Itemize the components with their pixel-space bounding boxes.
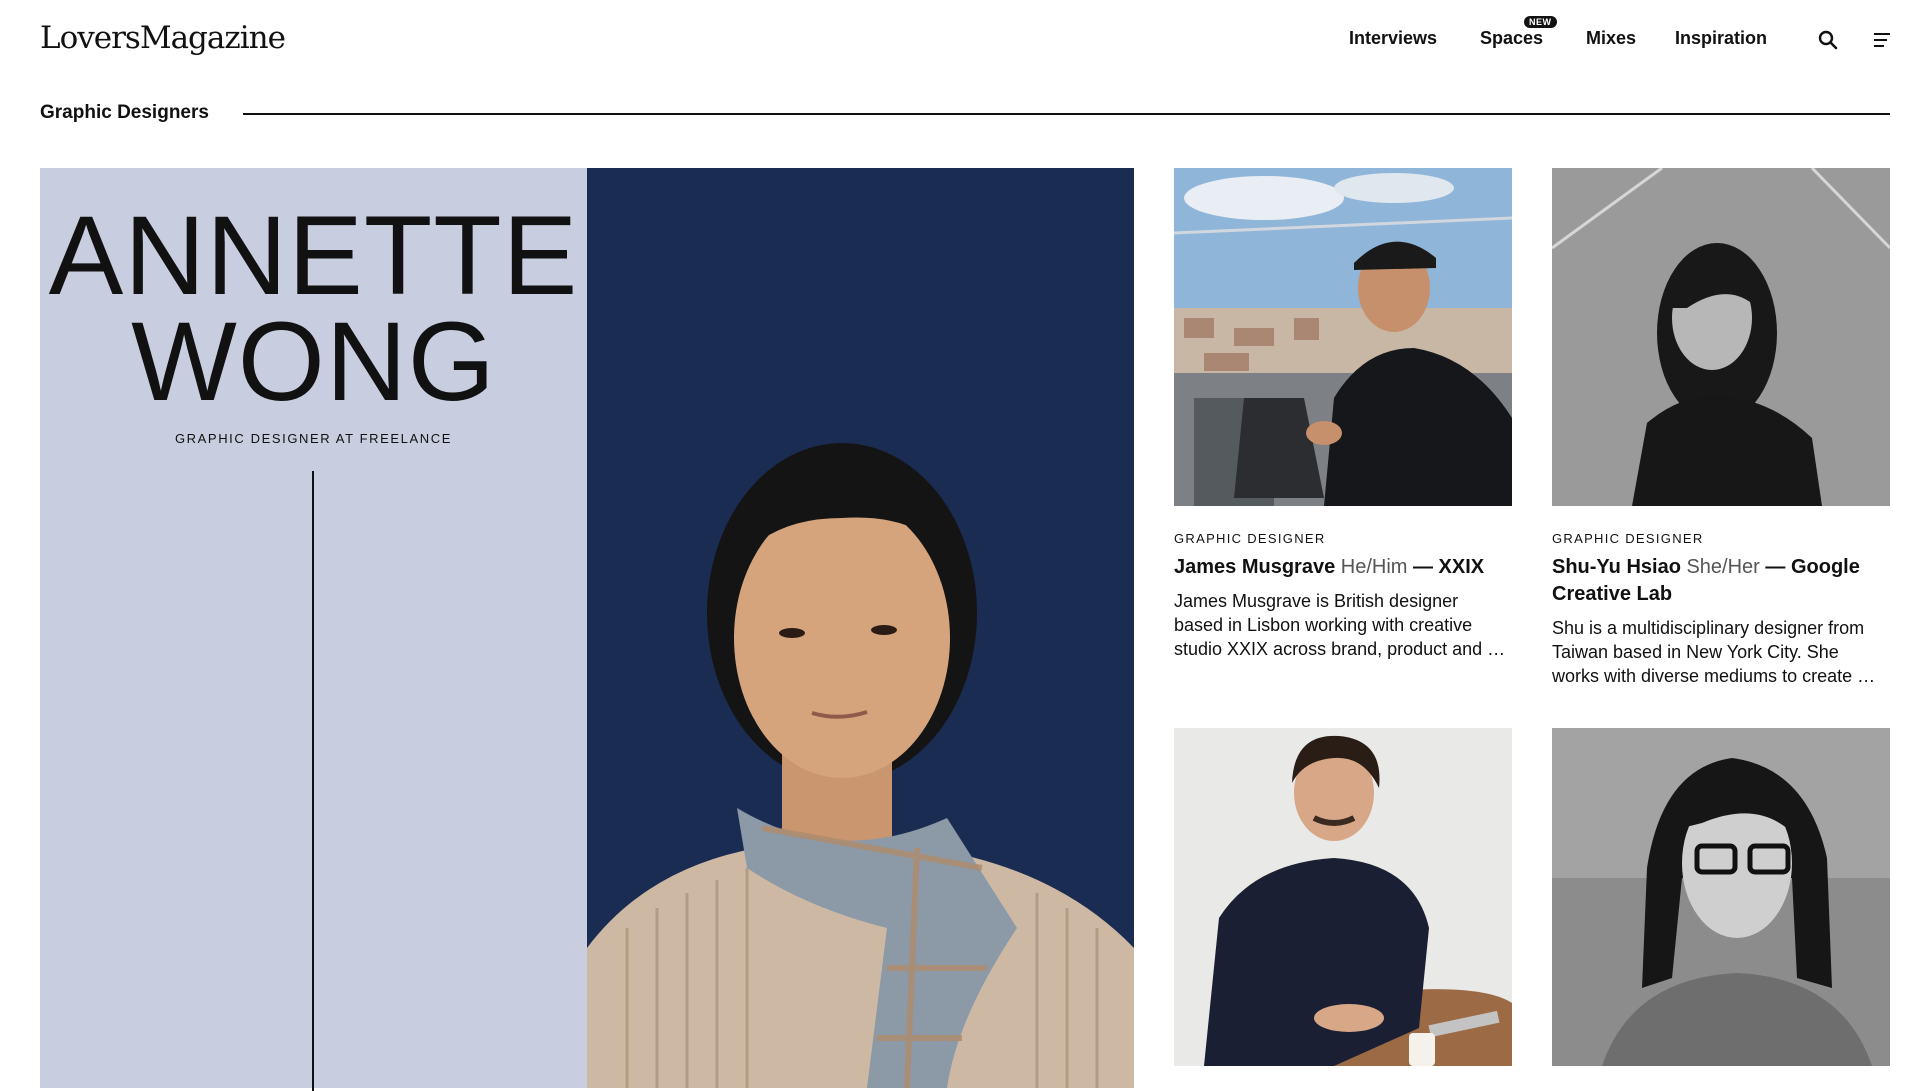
article-card[interactable]: GRAPHIC DESIGNER James Musgrave He/Him —… — [1174, 168, 1512, 661]
card-company: — XXIX — [1413, 556, 1485, 578]
section-title: Graphic Designers — [40, 102, 209, 123]
nav-item-spaces[interactable]: Spaces NEW — [1480, 16, 1557, 49]
section-header: Graphic Designers — [40, 100, 1890, 130]
card-title[interactable]: James Musgrave He/Him — XXIX — [1174, 554, 1512, 581]
feature-first-name: ANNETTE — [48, 193, 579, 318]
card-photo[interactable] — [1174, 728, 1512, 1066]
card-description: Shu is a multidisciplinary designer from… — [1552, 618, 1876, 686]
menu-icon[interactable] — [1870, 28, 1894, 52]
card-pronouns: She/Her — [1686, 556, 1760, 578]
card-photo[interactable] — [1552, 728, 1890, 1066]
search-icon[interactable] — [1816, 28, 1840, 52]
new-badge: NEW — [1524, 16, 1557, 28]
card-photo[interactable] — [1552, 168, 1890, 506]
card-category: GRAPHIC DESIGNER — [1174, 531, 1326, 546]
article-card[interactable] — [1552, 728, 1890, 1066]
feature-card[interactable]: ANNETTE WONG GRAPHIC DESIGNER AT FREELAN… — [40, 168, 1134, 1091]
feature-photo[interactable] — [587, 168, 1134, 1088]
article-card[interactable] — [1174, 728, 1512, 1066]
feature-text-panel: ANNETTE WONG GRAPHIC DESIGNER AT FREELAN… — [40, 168, 587, 1091]
card-photo[interactable] — [1174, 168, 1512, 506]
card-title[interactable]: Shu-Yu Hsiao She/Her — Google Creative L… — [1552, 554, 1890, 608]
card-category: GRAPHIC DESIGNER — [1552, 531, 1704, 546]
feature-name: ANNETTE WONG — [40, 193, 587, 424]
feature-vertical-line — [312, 471, 314, 1091]
main-nav: Interviews Spaces NEW Mixes Inspiration — [0, 16, 1920, 52]
feature-role: GRAPHIC DESIGNER AT FREELANCE — [174, 431, 453, 446]
site-header: LoversMagazine Interviews Spaces NEW Mix… — [0, 0, 1920, 80]
nav-item-mixes[interactable]: Mixes — [1586, 28, 1636, 49]
card-description: James Musgrave is British designer based… — [1174, 591, 1506, 659]
card-name: Shu-Yu Hsiao — [1552, 556, 1681, 578]
card-pronouns: He/Him — [1340, 556, 1408, 578]
article-card[interactable]: GRAPHIC DESIGNER Shu-Yu Hsiao She/Her — … — [1552, 168, 1890, 688]
section-divider — [243, 113, 1890, 115]
nav-item-interviews[interactable]: Interviews — [1349, 28, 1437, 49]
nav-item-label: Spaces — [1480, 28, 1544, 48]
card-name: James Musgrave — [1174, 556, 1336, 578]
feature-last-name: WONG — [131, 299, 496, 424]
nav-item-inspiration[interactable]: Inspiration — [1675, 28, 1767, 49]
